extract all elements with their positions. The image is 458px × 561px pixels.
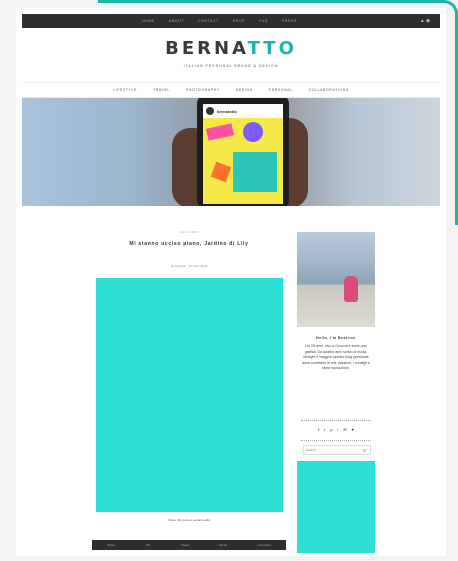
main-nav: Lifestyle Travel Photography Design Pers…	[22, 82, 440, 98]
main-nav-item[interactable]: Personal	[269, 88, 293, 92]
main-nav-item[interactable]: Travel	[153, 88, 170, 92]
post-date: April 2018	[179, 230, 199, 234]
top-nav-item[interactable]: Contact	[198, 19, 219, 23]
main-nav-item[interactable]: Lifestyle	[113, 88, 137, 92]
logo-part-accent: TTO	[247, 38, 297, 59]
phone-screen: bernatotto	[203, 104, 283, 204]
site-logo[interactable]: BERNATTO	[16, 38, 446, 59]
hero-image: bernatotto	[22, 98, 440, 206]
top-nav-item[interactable]: Press	[282, 19, 297, 23]
tweet-button[interactable]: Tweet	[181, 543, 189, 547]
post-share-bar: Share Pin Tweet Email Comment	[92, 540, 286, 550]
email-button[interactable]: Email	[220, 543, 228, 547]
instagram-icon[interactable]: i	[337, 427, 338, 432]
social-icons: f t p i ✉ ♥	[297, 427, 375, 432]
main-nav-item[interactable]: Collaborations	[309, 88, 349, 92]
graphic-shape	[243, 122, 263, 142]
sidebar-banner[interactable]	[297, 461, 375, 553]
logo-part-dark: BERNA	[165, 38, 248, 59]
graphic-shape	[206, 123, 234, 141]
blog-page: Home About Contact Shop FAQ Press ▲ ◆ BE…	[16, 8, 446, 556]
author-photo	[297, 232, 375, 327]
blog-post: April 2018 Mi stanno ucciso piano, Jardi…	[92, 222, 286, 550]
search-box: ⚲	[303, 445, 371, 455]
avatar	[206, 107, 214, 115]
pin-button[interactable]: Pin	[146, 543, 150, 547]
post-caption: Share this post on social media	[168, 518, 210, 522]
post-image[interactable]	[96, 278, 283, 512]
main-nav-item[interactable]: Photography	[186, 88, 220, 92]
sidebar-divider	[301, 420, 371, 421]
screen-header: bernatotto	[203, 104, 283, 118]
graphic-shape	[210, 161, 232, 183]
main-nav-item[interactable]: Design	[236, 88, 253, 92]
comment-button[interactable]: Comment	[258, 543, 271, 547]
bloglovin-icon[interactable]: ♥	[352, 427, 354, 432]
search-input[interactable]	[304, 447, 363, 453]
sidebar-bio: Ho 28 anni, vivo a Genova e sono una gra…	[302, 344, 370, 370]
top-nav-item[interactable]: FAQ	[259, 19, 268, 23]
facebook-icon[interactable]: f	[318, 427, 319, 432]
top-nav: Home About Contact Shop FAQ Press	[142, 19, 297, 23]
post-title[interactable]: Mi stanno ucciso piano, Jardino di Lily	[106, 240, 272, 248]
sidebar-title: Hello, I'm Beatrice	[316, 336, 356, 340]
top-social-icons[interactable]: ▲ ◆	[420, 18, 430, 24]
app-name: bernatotto	[217, 108, 237, 114]
author-figure	[344, 276, 358, 302]
search-icon[interactable]: ⚲	[363, 448, 366, 453]
top-bar: Home About Contact Shop FAQ Press ▲ ◆	[22, 14, 440, 28]
post-meta: by Lucia Gt · 12 Comments	[170, 264, 208, 268]
top-nav-item[interactable]: Shop	[233, 19, 245, 23]
top-nav-item[interactable]: About	[169, 19, 184, 23]
sidebar-divider	[301, 440, 371, 441]
graphic-shape	[233, 152, 277, 192]
share-button[interactable]: Share	[107, 543, 115, 547]
email-icon[interactable]: ✉	[343, 427, 346, 432]
top-nav-item[interactable]: Home	[142, 19, 155, 23]
site-tagline: Italian Personal Brand & Design	[183, 64, 279, 68]
pinterest-icon[interactable]: p	[330, 427, 332, 432]
twitter-icon[interactable]: t	[324, 427, 325, 432]
